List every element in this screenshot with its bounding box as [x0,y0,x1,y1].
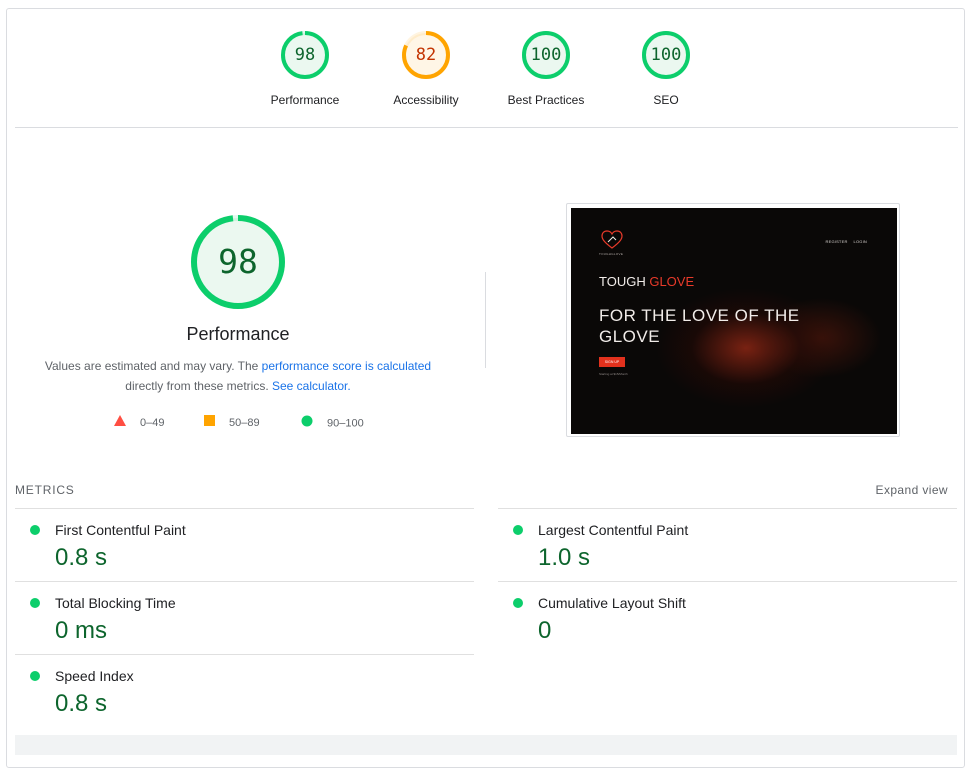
pass-circle-icon [30,671,40,681]
brand-accent: GLOVE [649,274,695,289]
legend-pass-label: 90–100 [327,417,364,430]
gauge-score: 100 [530,45,562,65]
metric-title: Speed Index [55,668,134,684]
desc-prefix: Values are estimated and may vary. The [44,359,262,373]
gauge-score: 98 [294,45,316,65]
metrics-header: METRICS [15,483,75,497]
vertical-separator [485,272,486,368]
metric-value: 0 [538,617,552,644]
header-divider [15,127,958,128]
pass-circle-icon [513,598,523,608]
gauge-label: Best Practices [507,93,585,107]
gauge-label: Accessibility [393,93,459,107]
gauge-label: SEO [653,93,679,107]
category-gauges: 98 Performance 82 Accessibility 100 Best… [0,30,975,120]
site-signup-button: SIGN UP [599,357,625,367]
legend-fail-label: 0–49 [140,417,165,429]
metric-title: Cumulative Layout Shift [538,595,686,611]
metric-title: First Contentful Paint [55,522,186,538]
legend-average-label: 50–89 [229,417,260,429]
metric-largest-contentful-paint: Largest Contentful Paint 1.0 s [498,508,957,580]
gauge-accessibility[interactable]: 82 Accessibility [366,30,486,107]
metric-title: Largest Contentful Paint [538,522,689,538]
legend-average: 50–89 [204,415,260,431]
metric-value: 1.0 s [538,544,591,571]
metric-speed-index: Speed Index 0.8 s [15,654,474,726]
gauge-label: Performance [270,93,340,107]
logo-text: TOUGHGLOVE [599,252,624,256]
site-price-note: Starting at $15/Month [599,372,628,376]
gauge-score: 100 [650,45,682,65]
site-headline: FOR THE LOVE OF THE GLOVE [599,306,800,346]
gauge-best-practices[interactable]: 100 Best Practices [486,30,606,107]
pass-circle-icon [513,525,523,535]
performance-score: 98 [218,242,258,281]
final-screenshot[interactable]: TOUGHGLOVE REGISTER LOGIN TOUGH GLOVE FOR… [566,203,900,437]
next-section-bar [15,735,957,755]
desc-mid: directly from these metrics. [125,379,269,393]
gauge-seo[interactable]: 100 SEO [606,30,726,107]
triangle-icon [114,415,126,431]
site-brand: TOUGH GLOVE [599,274,694,289]
gauge-score: 82 [415,45,437,65]
metric-value: 0 ms [55,617,108,644]
see-calculator-link[interactable]: See calculator. [272,379,351,393]
metric-total-blocking-time: Total Blocking Time 0 ms [15,581,474,653]
brand-main: TOUGH [599,274,650,289]
circle-icon [301,415,313,432]
metric-value: 0.8 s [55,544,108,571]
pass-circle-icon [30,525,40,535]
nav-register: REGISTER [825,239,848,244]
site-nav: REGISTER LOGIN [819,239,867,244]
legend-pass: 90–100 [301,415,364,432]
performance-description: Values are estimated and may vary. The p… [38,356,438,396]
performance-title: Performance [186,324,290,344]
pass-circle-icon [30,598,40,608]
metric-value: 0.8 s [55,690,108,717]
square-icon [204,415,215,431]
score-calculated-link[interactable]: performance score is calculated [262,359,431,373]
metric-cumulative-layout-shift: Cumulative Layout Shift 0 [498,581,957,653]
metric-title: Total Blocking Time [55,595,176,611]
metric-first-contentful-paint: First Contentful Paint 0.8 s [15,508,474,580]
legend-fail: 0–49 [114,415,164,431]
nav-login: LOGIN [853,239,867,244]
expand-view-toggle[interactable]: Expand view [876,483,948,497]
heart-logo-icon [601,230,623,249]
performance-gauge-large: 98 [188,212,288,312]
screenshot-image: TOUGHGLOVE REGISTER LOGIN TOUGH GLOVE FOR… [571,208,897,434]
gauge-performance[interactable]: 98 Performance [245,30,365,107]
